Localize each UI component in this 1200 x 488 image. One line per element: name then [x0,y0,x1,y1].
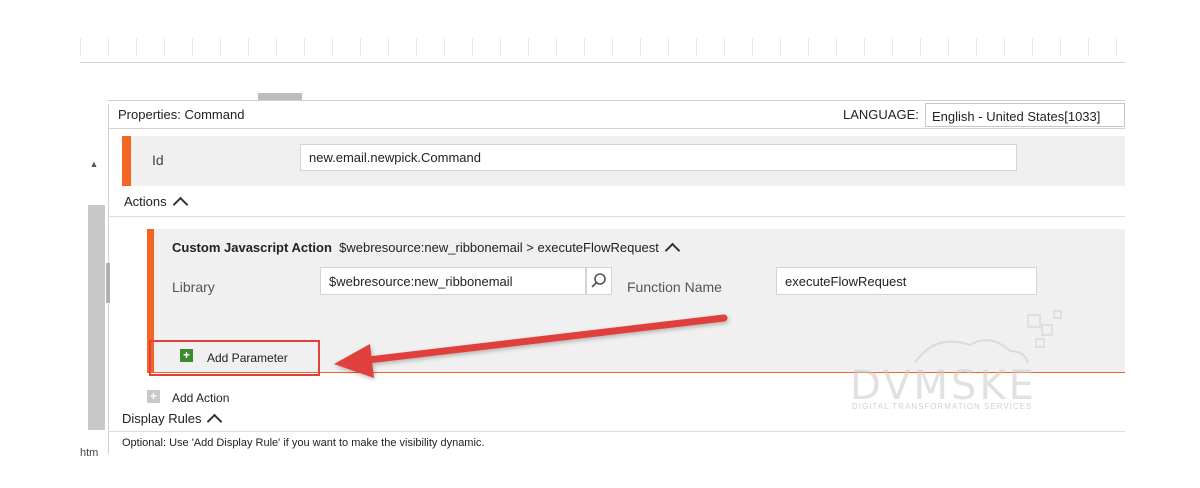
scrollbar-thumb[interactable] [88,205,105,430]
action-header[interactable]: Custom Javascript Action $webresource:ne… [172,240,681,259]
id-input[interactable]: new.email.newpick.Command [300,144,1017,171]
display-rules-label: Display Rules [122,411,202,426]
action-type-title: Custom Javascript Action [172,240,332,255]
designer-ruler [80,32,1125,63]
properties-title: Properties: Command [118,107,245,122]
panel-resize-grip[interactable] [258,93,302,100]
actions-label: Actions [124,194,167,209]
search-icon [591,273,606,288]
divider [108,431,1125,432]
library-label: Library [172,279,215,295]
chevron-up-icon[interactable] [172,196,188,213]
library-lookup-button[interactable] [586,267,612,295]
scroll-up-arrow-icon[interactable]: ▲ [88,158,100,170]
display-rules-toggle[interactable]: Display Rules [122,411,223,430]
id-row-accent-bar [122,136,131,186]
splitter-handle[interactable] [106,263,110,303]
id-label: Id [152,152,164,168]
plus-icon[interactable]: + [147,390,160,403]
actions-section-toggle[interactable]: Actions [124,194,188,213]
display-rules-hint: Optional: Use 'Add Display Rule' if you … [122,437,485,449]
left-panel-tab-label: htm [80,447,99,459]
chevron-up-icon[interactable] [207,413,223,430]
add-action-button[interactable]: Add Action [172,391,229,405]
highlight-box-annotation [149,340,320,376]
watermark-tagline: DIGITAL TRANSFORMATION SERVICES [852,402,1033,411]
function-name-input[interactable]: executeFlowRequest [776,267,1037,295]
language-select[interactable]: English - United States[1033] [925,103,1125,127]
language-label: LANGUAGE: [843,107,919,122]
divider [108,216,1125,217]
action-summary: $webresource:new_ribbonemail > executeFl… [339,240,659,255]
library-input[interactable]: $webresource:new_ribbonemail [320,267,586,295]
function-name-label: Function Name [627,279,722,295]
